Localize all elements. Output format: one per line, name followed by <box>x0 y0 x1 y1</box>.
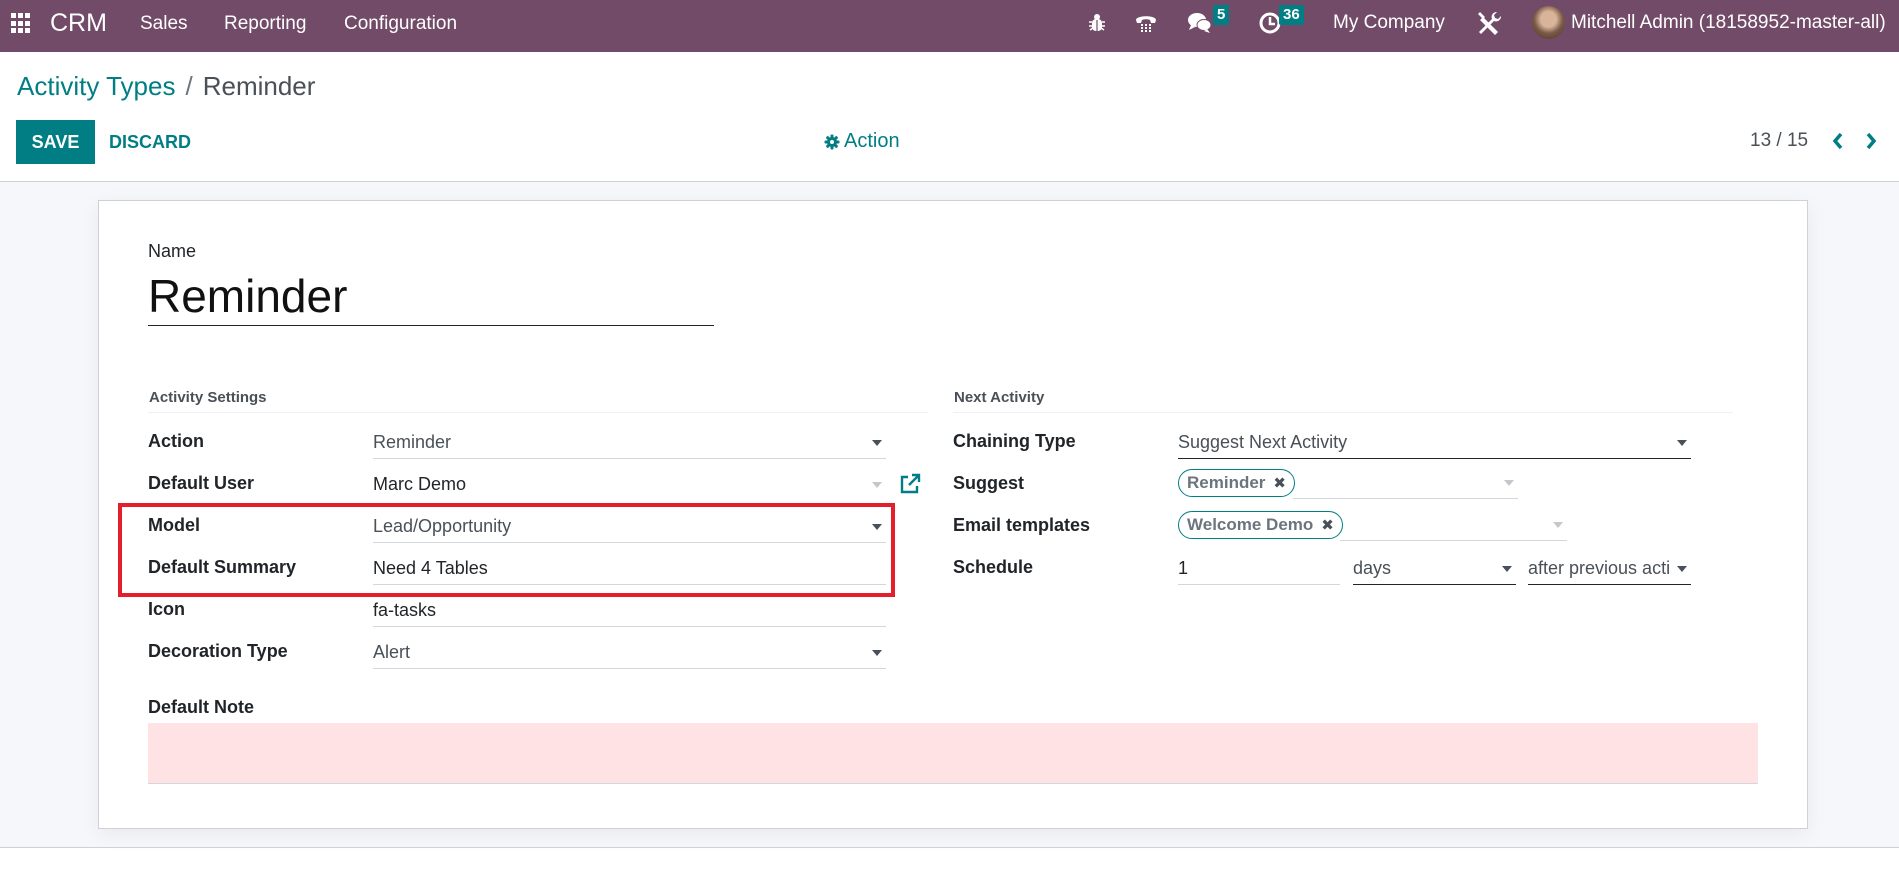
schedule-unit-select[interactable]: days <box>1353 553 1516 585</box>
suggest-input[interactable] <box>1293 467 1518 499</box>
icon-label: Icon <box>148 599 186 619</box>
top-navbar: CRM Sales Reporting Configuration 5 36 M… <box>0 0 1899 52</box>
default-note-editor[interactable] <box>148 723 1758 784</box>
caret-down-icon <box>872 481 882 488</box>
caret-down-icon <box>872 439 882 446</box>
suggest-tag-label: Reminder <box>1187 473 1266 492</box>
next-activity-separator <box>953 412 1733 413</box>
decoration-type-label: Decoration Type <box>148 641 288 661</box>
app-brand[interactable]: CRM <box>50 9 107 38</box>
icon-value: fa-tasks <box>373 600 437 620</box>
name-label: Name <box>148 241 197 261</box>
phone-icon[interactable] <box>1133 10 1159 36</box>
caret-down-icon <box>872 523 882 530</box>
caret-down-icon <box>1502 565 1512 572</box>
default-summary-label: Default Summary <box>148 557 297 577</box>
schedule-relation-value: after previous acti <box>1528 558 1671 578</box>
activity-settings-title: Activity Settings <box>149 389 267 406</box>
save-button[interactable]: SAVE <box>16 120 95 164</box>
breadcrumb-current: Reminder <box>202 71 316 101</box>
menu-configuration[interactable]: Configuration <box>344 13 457 35</box>
decoration-type-select[interactable]: Alert <box>373 637 886 669</box>
menu-reporting[interactable]: Reporting <box>224 13 306 35</box>
model-label: Model <box>148 515 200 535</box>
comments-icon[interactable] <box>1187 10 1213 36</box>
company-switcher[interactable]: My Company <box>1333 12 1445 34</box>
schedule-count-input[interactable]: 1 <box>1178 553 1340 585</box>
app-menu-grid-icon[interactable] <box>11 13 32 34</box>
chaining-type-label: Chaining Type <box>953 431 1076 451</box>
suggest-tag: Reminder ✖ <box>1178 469 1295 497</box>
activities-count-badge: 36 <box>1279 5 1304 25</box>
schedule-label: Schedule <box>953 557 1034 577</box>
action-value: Reminder <box>373 432 452 452</box>
discard-button[interactable]: DISCARD <box>109 120 191 164</box>
chevron-right-icon <box>1866 132 1877 150</box>
default-user-label: Default User <box>148 473 255 493</box>
action-select[interactable]: Reminder <box>373 427 886 459</box>
action-menu-button[interactable]: Action <box>824 130 900 153</box>
messages-count-badge: 5 <box>1213 5 1230 25</box>
schedule-relation-select[interactable]: after previous acti <box>1528 553 1691 585</box>
default-user-value: Marc Demo <box>373 474 467 494</box>
model-select[interactable]: Lead/Opportunity <box>373 511 886 543</box>
email-templates-label: Email templates <box>953 515 1091 535</box>
default-summary-input[interactable]: Need 4 Tables <box>373 553 886 585</box>
user-menu[interactable]: Mitchell Admin (18158952-master-all) <box>1571 12 1886 34</box>
bug-icon[interactable] <box>1086 10 1108 36</box>
chaining-type-select[interactable]: Suggest Next Activity <box>1178 427 1691 459</box>
pager-next-button[interactable] <box>1860 128 1882 154</box>
menu-sales[interactable]: Sales <box>140 13 188 35</box>
caret-down-icon <box>1553 521 1563 528</box>
email-template-tag: Welcome Demo ✖ <box>1178 511 1343 539</box>
default-note-label: Default Note <box>148 697 255 717</box>
pager-previous-button[interactable] <box>1827 128 1849 154</box>
icon-input[interactable]: fa-tasks <box>373 595 886 627</box>
tools-icon[interactable] <box>1474 10 1504 36</box>
caret-down-icon <box>1677 565 1687 572</box>
remove-tag-icon[interactable]: ✖ <box>1273 474 1286 492</box>
action-label: Action <box>148 431 204 451</box>
user-avatar[interactable] <box>1532 6 1565 39</box>
next-activity-title: Next Activity <box>954 389 1045 406</box>
chevron-left-icon <box>1832 132 1843 150</box>
model-value: Lead/Opportunity <box>373 516 512 536</box>
caret-down-icon <box>872 649 882 656</box>
schedule-unit-value: days <box>1353 558 1392 578</box>
breadcrumb: Activity Types / Reminder <box>17 71 315 102</box>
gear-icon <box>824 134 840 149</box>
default-summary-value: Need 4 Tables <box>373 558 488 578</box>
caret-down-icon <box>1677 439 1687 446</box>
schedule-count-value: 1 <box>1178 558 1189 578</box>
name-input[interactable] <box>148 266 714 326</box>
caret-down-icon <box>1504 479 1514 486</box>
external-link-icon[interactable] <box>899 473 921 495</box>
email-template-tag-label: Welcome Demo <box>1187 515 1314 534</box>
decoration-type-value: Alert <box>373 642 411 662</box>
chaining-type-value: Suggest Next Activity <box>1178 432 1348 452</box>
email-templates-input[interactable] <box>1340 509 1567 541</box>
activity-settings-separator <box>148 412 928 413</box>
remove-tag-icon[interactable]: ✖ <box>1321 516 1334 534</box>
pager-value[interactable]: 13 / 15 <box>1750 130 1808 152</box>
breadcrumb-activity-types[interactable]: Activity Types <box>17 71 175 101</box>
breadcrumb-separator: / <box>185 71 193 101</box>
suggest-label: Suggest <box>953 473 1025 493</box>
default-user-select[interactable]: Marc Demo <box>373 469 886 501</box>
action-menu-label: Action <box>844 130 900 152</box>
